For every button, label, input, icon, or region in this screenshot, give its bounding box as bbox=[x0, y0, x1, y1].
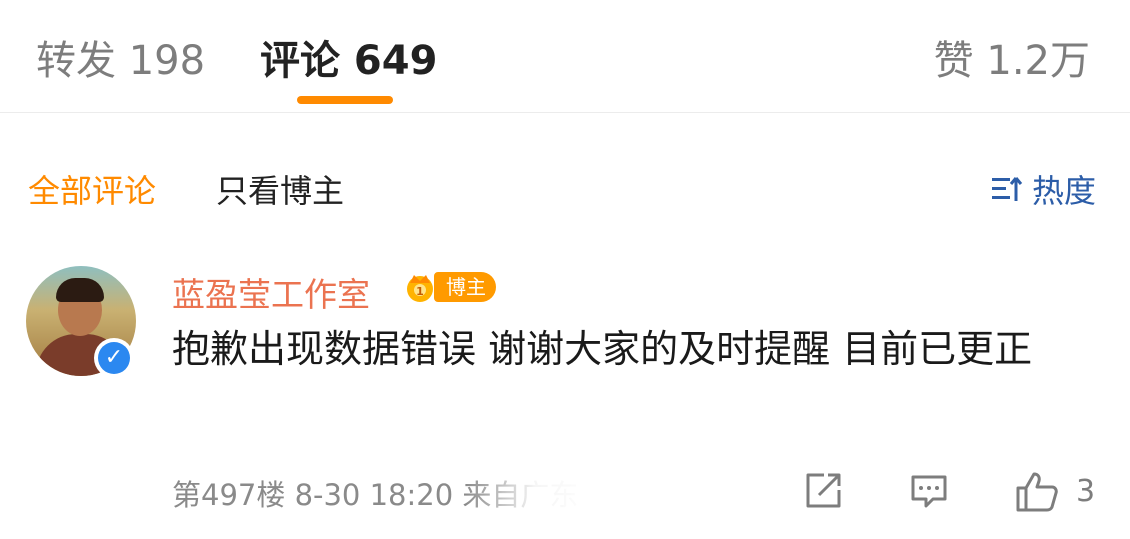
reply-icon bbox=[908, 470, 950, 512]
share-icon bbox=[802, 470, 844, 512]
crown-icon: 1 bbox=[402, 269, 438, 305]
sort-icon bbox=[990, 174, 1024, 204]
tab-likes[interactable]: 赞 1.2万 bbox=[934, 28, 1090, 86]
tab-comments[interactable]: 评论 649 bbox=[260, 28, 437, 86]
filter-author-only[interactable]: 只看博主 bbox=[216, 166, 344, 212]
verified-icon: ✓ bbox=[94, 338, 134, 378]
comment-content: 抱歉出现数据错误 谢谢大家的及时提醒 目前已更正 bbox=[172, 327, 1033, 371]
share-button[interactable] bbox=[802, 470, 844, 512]
like-count: 3 bbox=[1076, 474, 1096, 509]
active-tab-indicator bbox=[297, 96, 393, 104]
author-badge: 1 博主 bbox=[402, 268, 496, 306]
filter-all-comments[interactable]: 全部评论 bbox=[28, 166, 156, 212]
badge-label: 博主 bbox=[434, 272, 496, 302]
like-icon bbox=[1014, 470, 1060, 514]
meta-fade-overlay bbox=[465, 468, 665, 528]
like-button[interactable] bbox=[1014, 470, 1060, 514]
tab-divider bbox=[0, 112, 1130, 113]
comment-username[interactable]: 蓝盈莹工作室 bbox=[172, 268, 370, 316]
tab-repost[interactable]: 转发 198 bbox=[36, 28, 205, 86]
avatar-hair bbox=[56, 278, 104, 302]
sort-button[interactable]: 热度 bbox=[990, 166, 1096, 212]
svg-text:1: 1 bbox=[416, 285, 424, 298]
reply-button[interactable] bbox=[908, 470, 950, 512]
sort-label: 热度 bbox=[1031, 172, 1096, 210]
